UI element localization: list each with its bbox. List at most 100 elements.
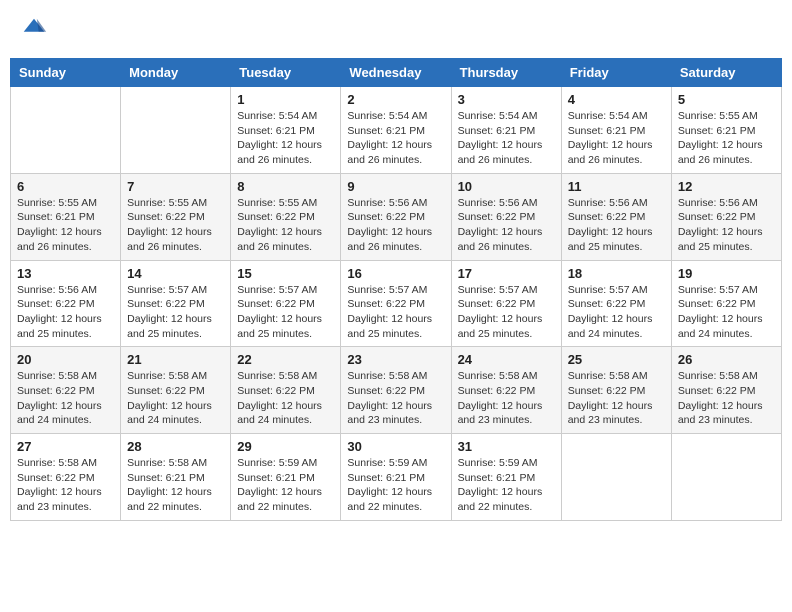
day-info: Sunrise: 5:56 AM Sunset: 6:22 PM Dayligh… xyxy=(458,196,555,255)
calendar-cell: 30 Sunrise: 5:59 AM Sunset: 6:21 PM Dayli… xyxy=(341,434,451,521)
day-number: 30 xyxy=(347,439,444,454)
logo-icon xyxy=(20,15,48,43)
day-header-wednesday: Wednesday xyxy=(341,59,451,87)
calendar-cell xyxy=(121,87,231,174)
calendar-header-row: SundayMondayTuesdayWednesdayThursdayFrid… xyxy=(11,59,782,87)
day-info: Sunrise: 5:58 AM Sunset: 6:22 PM Dayligh… xyxy=(678,369,775,428)
day-number: 26 xyxy=(678,352,775,367)
day-number: 21 xyxy=(127,352,224,367)
day-number: 1 xyxy=(237,92,334,107)
day-header-saturday: Saturday xyxy=(671,59,781,87)
day-number: 4 xyxy=(568,92,665,107)
calendar-cell: 8Sunrise: 5:55 AM Sunset: 6:22 PM Daylig… xyxy=(231,173,341,260)
day-number: 14 xyxy=(127,266,224,281)
calendar-cell: 25 Sunrise: 5:58 AM Sunset: 6:22 PM Dayli… xyxy=(561,347,671,434)
day-info: Sunrise: 5:57 AM Sunset: 6:22 PM Dayligh… xyxy=(568,283,665,342)
day-info: Sunrise: 5:54 AM Sunset: 6:21 PM Dayligh… xyxy=(237,109,334,168)
day-number: 7 xyxy=(127,179,224,194)
day-info: Sunrise: 5:57 AM Sunset: 6:22 PM Dayligh… xyxy=(347,283,444,342)
calendar-cell: 23 Sunrise: 5:58 AM Sunset: 6:22 PM Dayli… xyxy=(341,347,451,434)
day-number: 3 xyxy=(458,92,555,107)
calendar-cell: 14 Sunrise: 5:57 AM Sunset: 6:22 PM Dayli… xyxy=(121,260,231,347)
day-number: 25 xyxy=(568,352,665,367)
day-number: 17 xyxy=(458,266,555,281)
day-number: 19 xyxy=(678,266,775,281)
day-number: 23 xyxy=(347,352,444,367)
day-number: 16 xyxy=(347,266,444,281)
day-info: Sunrise: 5:56 AM Sunset: 6:22 PM Dayligh… xyxy=(678,196,775,255)
day-number: 12 xyxy=(678,179,775,194)
day-number: 11 xyxy=(568,179,665,194)
day-number: 29 xyxy=(237,439,334,454)
day-info: Sunrise: 5:59 AM Sunset: 6:21 PM Dayligh… xyxy=(347,456,444,515)
calendar-cell: 16 Sunrise: 5:57 AM Sunset: 6:22 PM Dayli… xyxy=(341,260,451,347)
page-header xyxy=(10,10,782,48)
week-row-1: 1 Sunrise: 5:54 AM Sunset: 6:21 PM Daylig… xyxy=(11,87,782,174)
calendar-cell: 1 Sunrise: 5:54 AM Sunset: 6:21 PM Daylig… xyxy=(231,87,341,174)
calendar-cell: 22 Sunrise: 5:58 AM Sunset: 6:22 PM Dayli… xyxy=(231,347,341,434)
day-number: 18 xyxy=(568,266,665,281)
day-info: Sunrise: 5:58 AM Sunset: 6:22 PM Dayligh… xyxy=(17,369,114,428)
calendar-cell: 24 Sunrise: 5:58 AM Sunset: 6:22 PM Dayli… xyxy=(451,347,561,434)
calendar-cell: 9 Sunrise: 5:56 AM Sunset: 6:22 PM Daylig… xyxy=(341,173,451,260)
day-info: Sunrise: 5:58 AM Sunset: 6:22 PM Dayligh… xyxy=(17,456,114,515)
logo xyxy=(20,15,52,43)
calendar-cell: 28Sunrise: 5:58 AM Sunset: 6:21 PM Dayli… xyxy=(121,434,231,521)
day-number: 24 xyxy=(458,352,555,367)
calendar-cell: 27 Sunrise: 5:58 AM Sunset: 6:22 PM Dayli… xyxy=(11,434,121,521)
day-info: Sunrise: 5:55 AM Sunset: 6:21 PM Dayligh… xyxy=(17,196,114,255)
day-info: Sunrise: 5:55 AM Sunset: 6:22 PM Dayligh… xyxy=(127,196,224,255)
week-row-4: 20 Sunrise: 5:58 AM Sunset: 6:22 PM Dayli… xyxy=(11,347,782,434)
day-info: Sunrise: 5:54 AM Sunset: 6:21 PM Dayligh… xyxy=(347,109,444,168)
week-row-5: 27 Sunrise: 5:58 AM Sunset: 6:22 PM Dayli… xyxy=(11,434,782,521)
day-header-tuesday: Tuesday xyxy=(231,59,341,87)
calendar-cell: 15 Sunrise: 5:57 AM Sunset: 6:22 PM Dayli… xyxy=(231,260,341,347)
day-info: Sunrise: 5:58 AM Sunset: 6:22 PM Dayligh… xyxy=(237,369,334,428)
day-header-monday: Monday xyxy=(121,59,231,87)
day-info: Sunrise: 5:57 AM Sunset: 6:22 PM Dayligh… xyxy=(458,283,555,342)
day-info: Sunrise: 5:58 AM Sunset: 6:22 PM Dayligh… xyxy=(347,369,444,428)
day-info: Sunrise: 5:59 AM Sunset: 6:21 PM Dayligh… xyxy=(237,456,334,515)
calendar-cell xyxy=(11,87,121,174)
calendar-cell: 19Sunrise: 5:57 AM Sunset: 6:22 PM Dayli… xyxy=(671,260,781,347)
calendar-cell: 4 Sunrise: 5:54 AM Sunset: 6:21 PM Daylig… xyxy=(561,87,671,174)
calendar-cell: 2 Sunrise: 5:54 AM Sunset: 6:21 PM Daylig… xyxy=(341,87,451,174)
calendar-cell xyxy=(561,434,671,521)
calendar-cell: 12 Sunrise: 5:56 AM Sunset: 6:22 PM Dayli… xyxy=(671,173,781,260)
calendar-cell: 11 Sunrise: 5:56 AM Sunset: 6:22 PM Dayli… xyxy=(561,173,671,260)
calendar-cell: 21 Sunrise: 5:58 AM Sunset: 6:22 PM Dayli… xyxy=(121,347,231,434)
day-number: 15 xyxy=(237,266,334,281)
day-info: Sunrise: 5:58 AM Sunset: 6:22 PM Dayligh… xyxy=(568,369,665,428)
day-number: 28 xyxy=(127,439,224,454)
calendar-cell: 20 Sunrise: 5:58 AM Sunset: 6:22 PM Dayli… xyxy=(11,347,121,434)
day-number: 10 xyxy=(458,179,555,194)
day-number: 5 xyxy=(678,92,775,107)
day-info: Sunrise: 5:57 AM Sunset: 6:22 PM Dayligh… xyxy=(237,283,334,342)
day-info: Sunrise: 5:54 AM Sunset: 6:21 PM Dayligh… xyxy=(458,109,555,168)
day-number: 2 xyxy=(347,92,444,107)
day-header-thursday: Thursday xyxy=(451,59,561,87)
week-row-2: 6 Sunrise: 5:55 AM Sunset: 6:21 PM Daylig… xyxy=(11,173,782,260)
week-row-3: 13Sunrise: 5:56 AM Sunset: 6:22 PM Dayli… xyxy=(11,260,782,347)
day-info: Sunrise: 5:56 AM Sunset: 6:22 PM Dayligh… xyxy=(568,196,665,255)
day-info: Sunrise: 5:56 AM Sunset: 6:22 PM Dayligh… xyxy=(347,196,444,255)
day-number: 22 xyxy=(237,352,334,367)
day-info: Sunrise: 5:54 AM Sunset: 6:21 PM Dayligh… xyxy=(568,109,665,168)
calendar-cell: 6 Sunrise: 5:55 AM Sunset: 6:21 PM Daylig… xyxy=(11,173,121,260)
calendar-cell: 31 Sunrise: 5:59 AM Sunset: 6:21 PM Dayli… xyxy=(451,434,561,521)
day-info: Sunrise: 5:57 AM Sunset: 6:22 PM Dayligh… xyxy=(127,283,224,342)
day-info: Sunrise: 5:59 AM Sunset: 6:21 PM Dayligh… xyxy=(458,456,555,515)
day-number: 27 xyxy=(17,439,114,454)
day-number: 20 xyxy=(17,352,114,367)
day-number: 9 xyxy=(347,179,444,194)
day-info: Sunrise: 5:58 AM Sunset: 6:22 PM Dayligh… xyxy=(127,369,224,428)
day-info: Sunrise: 5:55 AM Sunset: 6:21 PM Dayligh… xyxy=(678,109,775,168)
calendar-cell: 18 Sunrise: 5:57 AM Sunset: 6:22 PM Dayli… xyxy=(561,260,671,347)
calendar-cell: 7 Sunrise: 5:55 AM Sunset: 6:22 PM Daylig… xyxy=(121,173,231,260)
day-info: Sunrise: 5:58 AM Sunset: 6:22 PM Dayligh… xyxy=(458,369,555,428)
day-number: 8 xyxy=(237,179,334,194)
day-number: 6 xyxy=(17,179,114,194)
day-number: 31 xyxy=(458,439,555,454)
calendar-table: SundayMondayTuesdayWednesdayThursdayFrid… xyxy=(10,58,782,521)
calendar-cell: 29 Sunrise: 5:59 AM Sunset: 6:21 PM Dayli… xyxy=(231,434,341,521)
